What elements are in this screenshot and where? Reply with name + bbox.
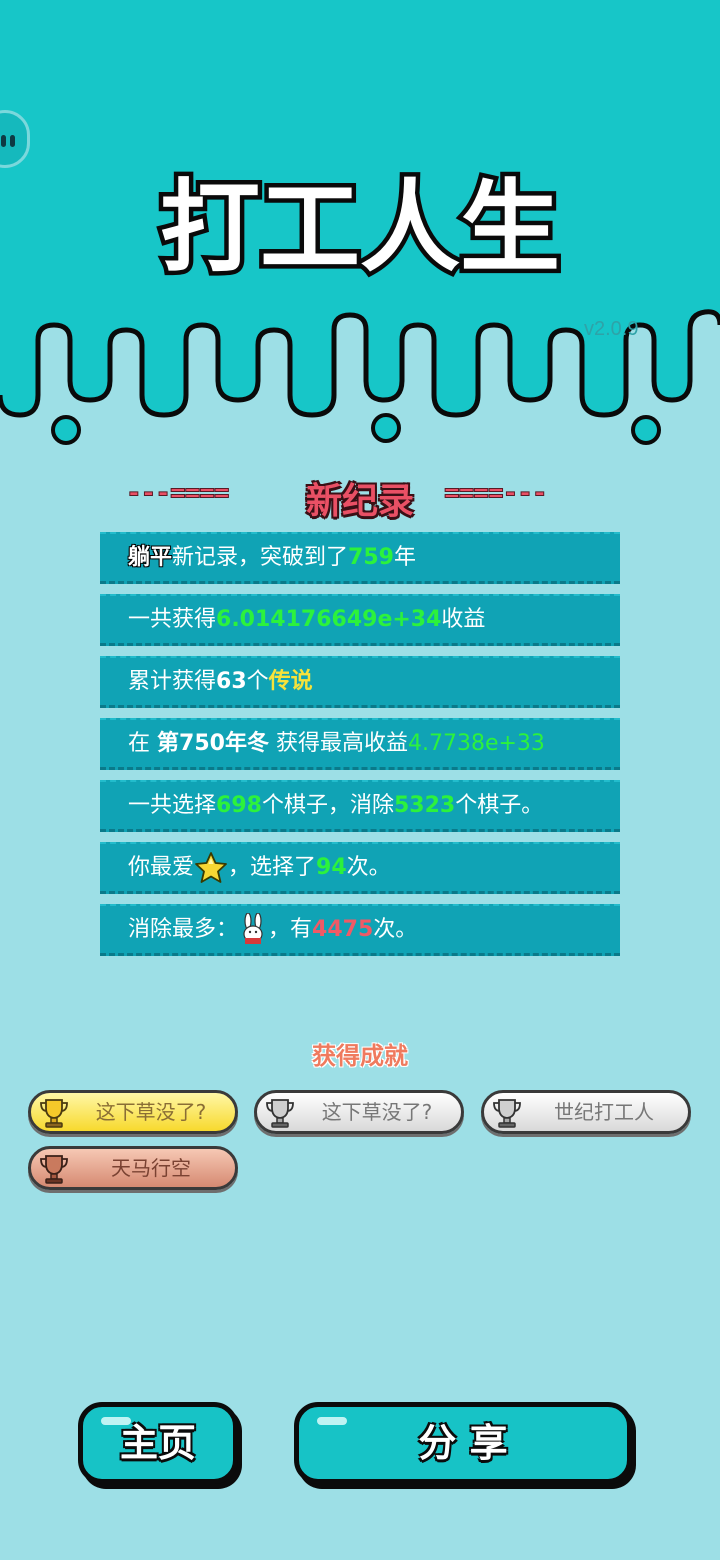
- achievement-badge[interactable]: 天马行空: [28, 1146, 238, 1190]
- stat-text: 次。: [346, 855, 391, 880]
- stat-text: ，有: [268, 917, 313, 942]
- stat-text: ，选择了: [228, 855, 317, 880]
- achievement-badge[interactable]: 这下草没了?: [254, 1090, 464, 1134]
- favorite-count: 94: [316, 855, 347, 880]
- record-dash-right: ====---: [444, 478, 549, 509]
- stat-row-legend: 累计获得63个传说: [100, 656, 620, 708]
- version-label: v2.0.9: [584, 318, 639, 340]
- share-button[interactable]: 分 享: [294, 1402, 632, 1484]
- drip-background: 打工人生: [0, 0, 720, 445]
- total-income-value: 6.014176649e+34: [216, 607, 442, 632]
- stat-text: 年: [393, 545, 416, 570]
- stat-row-pieces: 一共选择698个棋子，消除5323个棋子。: [100, 780, 620, 832]
- new-record-header: ---==== 新纪录 ====---: [0, 468, 720, 524]
- most-eliminated-count: 4475: [312, 917, 374, 942]
- new-record-title: 新纪录: [305, 481, 414, 522]
- stat-text: 一共获得: [128, 607, 217, 632]
- stat-text: 在: [128, 731, 151, 756]
- stat-text: 消除最多：: [128, 917, 239, 942]
- stats-panel: 躺平新记录，突破到了759年 一共获得6.014176649e+34收益 累计获…: [100, 532, 620, 966]
- legend-count: 63: [216, 669, 247, 694]
- home-button[interactable]: 主页: [78, 1402, 238, 1484]
- button-shine: [317, 1417, 347, 1425]
- trophy-icon: [266, 1099, 294, 1128]
- ending-name: 躺平: [128, 545, 173, 570]
- rabbit-icon: [243, 913, 263, 944]
- stat-text: 一共选择: [128, 793, 217, 818]
- achievement-badge[interactable]: 这下草没了?: [28, 1090, 238, 1134]
- home-button-label: 主页: [119, 1421, 196, 1465]
- trophy-icon: [40, 1099, 68, 1128]
- game-title: 打工人生: [160, 169, 560, 286]
- share-button-label: 分 享: [418, 1421, 508, 1465]
- stat-text: 获得最高收益: [275, 731, 408, 756]
- stat-row-most-eliminated: 消除最多： ，有4475次。: [100, 904, 620, 956]
- achievement-label: 这下草没了?: [95, 1100, 207, 1124]
- star-icon: [195, 852, 227, 883]
- header: 打工人生 v2.0.9: [0, 0, 720, 460]
- stat-text: 个: [246, 669, 269, 694]
- achievements-title: 获得成就: [312, 1042, 408, 1070]
- achievement-label: 世纪打工人: [554, 1100, 654, 1124]
- stat-text: 个棋子，消除: [261, 793, 394, 818]
- stat-text: 个棋子。: [455, 793, 544, 818]
- max-income-value: 4.7738e+33: [407, 731, 545, 756]
- trophy-icon: [40, 1155, 68, 1184]
- stat-row-favorite: 你最爱 ，选择了94次。: [100, 842, 620, 894]
- achievement-label: 这下草没了?: [321, 1100, 433, 1124]
- years-value: 759: [348, 545, 394, 570]
- stat-text: 收益: [441, 607, 486, 632]
- button-shine: [101, 1417, 131, 1425]
- period-label: 第750年冬: [157, 731, 269, 756]
- stat-text: 累计获得: [128, 669, 217, 694]
- stat-row-record: 躺平新记录，突破到了759年: [100, 532, 620, 584]
- stat-text: 次。: [373, 917, 418, 942]
- achievement-badge[interactable]: 世纪打工人: [481, 1090, 691, 1134]
- trophy-icon: [493, 1099, 521, 1128]
- rarity-label: 传说: [268, 669, 313, 694]
- stat-text: 新记录，突破到了: [172, 545, 349, 570]
- stat-text: 你最爱: [128, 855, 195, 880]
- stat-row-max-income: 在 第750年冬 获得最高收益4.7738e+33: [100, 718, 620, 770]
- eliminated-count: 5323: [393, 793, 456, 818]
- selected-count: 698: [216, 793, 262, 818]
- achievement-label: 天马行空: [111, 1156, 191, 1180]
- stat-row-total-income: 一共获得6.014176649e+34收益: [100, 594, 620, 646]
